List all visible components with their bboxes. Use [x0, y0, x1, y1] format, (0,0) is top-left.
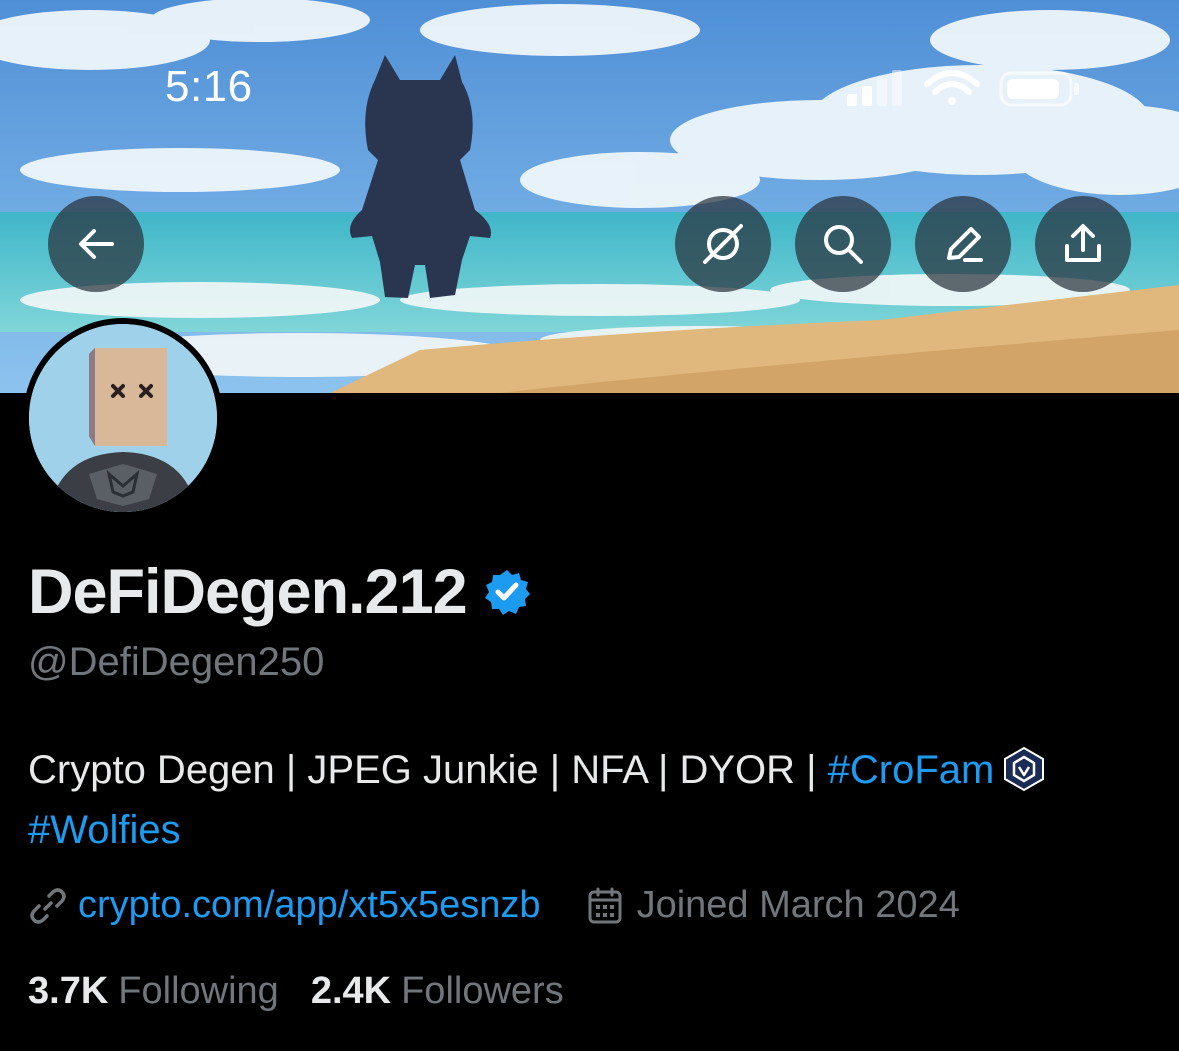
cro-logo-icon — [1004, 747, 1045, 792]
hashtag-crofam[interactable]: #CroFam — [828, 748, 995, 792]
display-name-row: DeFiDegen.212 — [28, 556, 531, 628]
share-button[interactable] — [1035, 196, 1131, 292]
link-icon — [30, 887, 66, 924]
followers-stat[interactable]: 2.4K Followers — [311, 970, 564, 1013]
joined-date: Joined March 2024 — [636, 884, 960, 926]
profile-link[interactable]: crypto.com/app/xt5x5esnzb — [78, 884, 541, 927]
status-icons — [847, 70, 1079, 107]
back-button[interactable] — [48, 196, 144, 292]
back-arrow-icon — [79, 229, 114, 259]
hashtag-wolfies[interactable]: #Wolfies — [28, 808, 181, 852]
status-time: 5:16 — [165, 62, 253, 111]
followers-label: Followers — [401, 970, 564, 1012]
search-button[interactable] — [795, 196, 891, 292]
verified-badge-icon[interactable] — [483, 568, 531, 616]
calendar-icon — [588, 887, 622, 923]
grok-icon — [703, 224, 743, 264]
profile-meta: crypto.com/app/xt5x5esnzb Joined March 2… — [28, 884, 960, 927]
avatar[interactable] — [23, 318, 223, 518]
follow-stats: 3.7K Following 2.4K Followers — [28, 970, 564, 1013]
handle: @DefiDegen250 — [28, 640, 325, 684]
bio: Crypto Degen | JPEG Junkie | NFA | DYOR … — [28, 740, 1158, 860]
cellular-signal-icon — [847, 70, 902, 106]
display-name: DeFiDegen.212 — [28, 557, 468, 627]
battery-icon — [999, 71, 1079, 107]
following-label: Following — [118, 970, 279, 1012]
bio-text: Crypto Degen | JPEG Junkie | NFA | DYOR … — [28, 748, 828, 792]
grok-button[interactable] — [675, 196, 771, 292]
edit-icon — [947, 227, 983, 262]
following-stat[interactable]: 3.7K Following — [28, 970, 279, 1013]
search-icon — [824, 225, 863, 264]
wifi-icon — [924, 70, 980, 105]
edit-button[interactable] — [915, 196, 1011, 292]
following-count: 3.7K — [28, 970, 109, 1012]
avatar-image — [29, 324, 217, 512]
followers-count: 2.4K — [310, 970, 392, 1012]
share-icon — [1065, 224, 1101, 262]
